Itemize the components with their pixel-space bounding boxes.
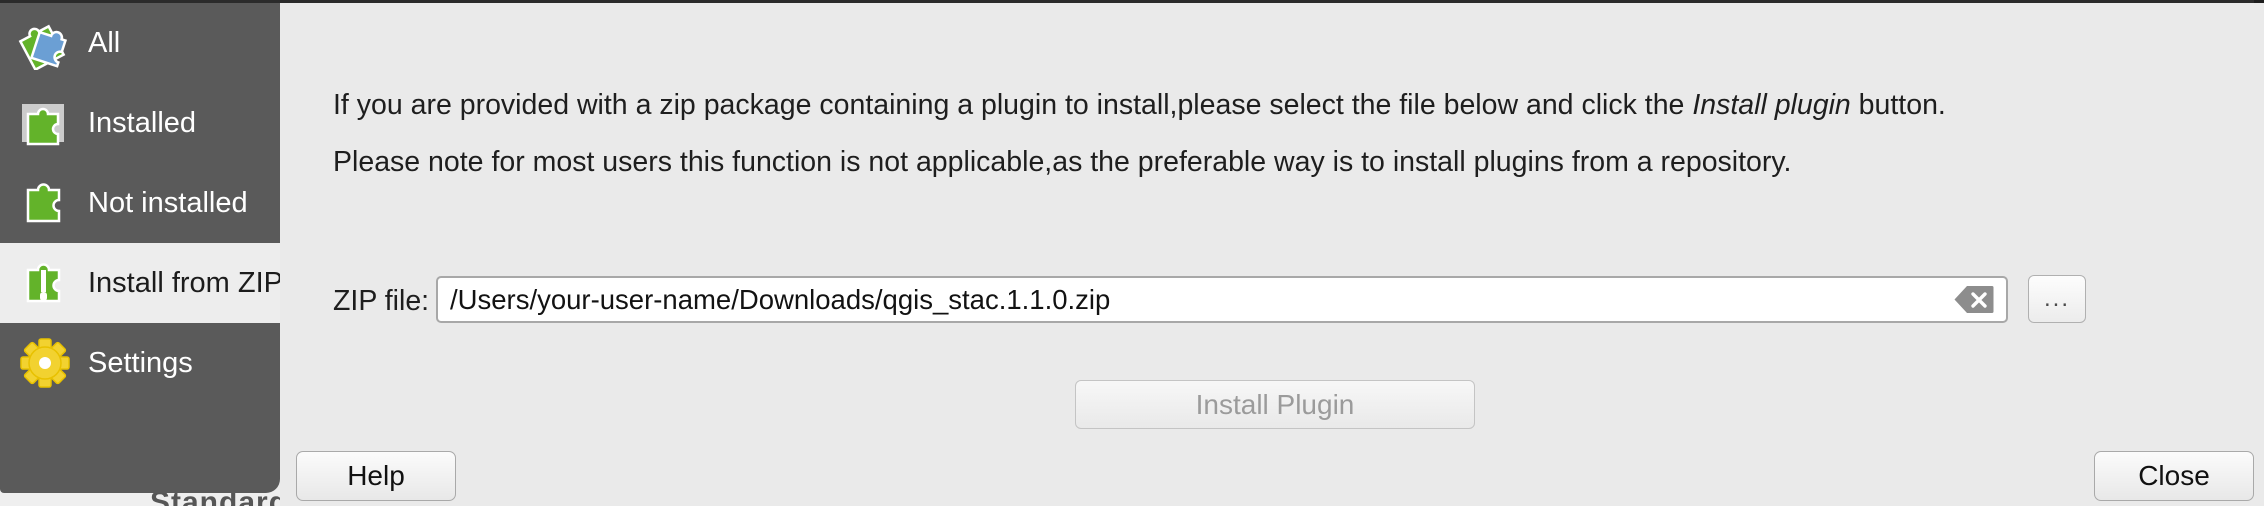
plugin-manager-window: Standards All Installed Not installed In… — [0, 0, 2264, 506]
puzzle-all-icon — [16, 14, 74, 72]
zip-file-value[interactable]: /Users/your-user-name/Downloads/qgis_sta… — [438, 284, 1954, 316]
close-button[interactable]: Close — [2094, 451, 2254, 501]
zip-file-row: ZIP file: /Users/your-user-name/Download… — [280, 275, 2264, 324]
sidebar-item-label-all: All — [88, 26, 121, 59]
install-plugin-button[interactable]: Install Plugin — [1075, 380, 1475, 429]
sidebar-item-label-settings: Settings — [88, 346, 193, 379]
sidebar-item-label-not-installed: Not installed — [88, 186, 248, 219]
sidebar-item-install-from-zip[interactable]: Install from ZIP — [0, 243, 283, 323]
zip-file-label: ZIP file: — [333, 285, 430, 317]
note-paragraph: Please note for most users this function… — [333, 146, 1792, 178]
help-button[interactable]: Help — [296, 451, 456, 501]
intro-paragraph-part2: button. — [1850, 89, 1946, 121]
browse-zip-button[interactable]: ... — [2028, 275, 2086, 323]
sidebar-item-settings[interactable]: Settings — [0, 323, 280, 403]
sidebar-item-all[interactable]: All — [0, 3, 280, 83]
zip-file-input[interactable]: /Users/your-user-name/Downloads/qgis_sta… — [436, 276, 2008, 323]
gear-icon — [16, 334, 74, 392]
sidebar-item-label-install-from-zip: Install from ZIP — [88, 266, 283, 299]
intro-paragraph: If you are provided with a zip package c… — [333, 89, 1946, 122]
sidebar: All Installed Not installed Install from… — [0, 3, 283, 493]
sidebar-item-not-installed[interactable]: Not installed — [0, 163, 280, 243]
install-plugin-emphasis: Install plugin — [1692, 89, 1851, 121]
sidebar-item-label-installed: Installed — [88, 106, 197, 139]
puzzle-zip-icon — [16, 254, 74, 312]
clear-backspace-icon[interactable] — [1954, 285, 1994, 314]
intro-paragraph-part1: If you are provided with a zip package c… — [333, 89, 1693, 121]
sidebar-item-installed[interactable]: Installed — [0, 83, 280, 163]
puzzle-green-icon — [16, 174, 74, 232]
install-from-zip-panel: If you are provided with a zip package c… — [280, 3, 2264, 506]
sidebar-panel-tail — [0, 403, 280, 493]
puzzle-installed-icon — [16, 94, 74, 152]
